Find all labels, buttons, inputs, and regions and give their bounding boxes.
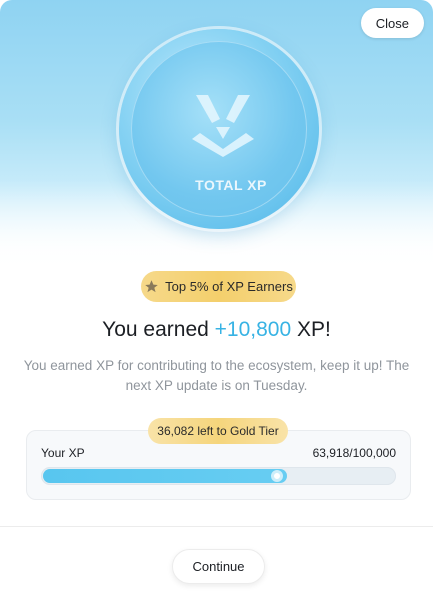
headline-prefix: You earned	[102, 318, 215, 341]
footer-divider	[0, 526, 433, 527]
your-xp-label: Your XP	[41, 446, 85, 460]
description-text: You earned XP for contributing to the ec…	[23, 358, 410, 393]
continue-button[interactable]: Continue	[172, 549, 265, 584]
xp-progress-bar	[41, 467, 396, 485]
close-button[interactable]: Close	[360, 8, 424, 38]
xp-progress-knob	[271, 470, 283, 482]
earned-amount: +10,800	[214, 318, 292, 341]
brand-logo-icon	[192, 95, 254, 157]
tier-remaining-pill: 36,082 left to Gold Tier	[148, 418, 288, 444]
rank-badge-label: Top 5% of XP Earners	[165, 279, 293, 294]
total-xp-coin: TOTAL XP	[119, 29, 319, 229]
xp-reward-modal: TOTAL XP Close Top 5% of XP Earners You …	[0, 0, 433, 610]
headline-suffix: XP!	[291, 318, 331, 341]
earned-headline: You earned +10,800 XP!	[0, 318, 433, 342]
xp-progress-fill	[43, 469, 287, 483]
xp-value: 63,918/100,000	[312, 446, 396, 460]
star-icon	[145, 280, 158, 293]
hero-banner: TOTAL XP Close	[0, 0, 433, 270]
coin-label: TOTAL XP	[195, 177, 267, 193]
coin-face: TOTAL XP	[131, 41, 307, 217]
rank-badge: Top 5% of XP Earners	[141, 271, 296, 302]
